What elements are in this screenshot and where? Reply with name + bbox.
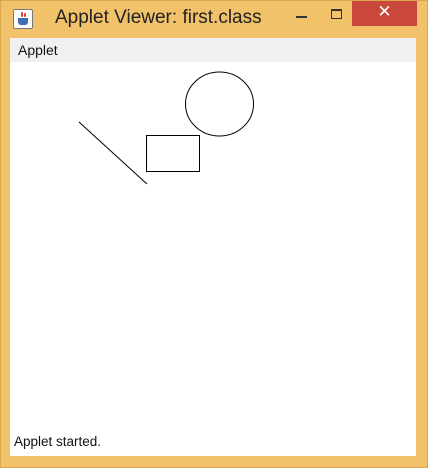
applet-canvas[interactable] — [10, 62, 416, 434]
maximize-icon — [331, 9, 342, 19]
drawing-surface — [78, 71, 254, 185]
applet-viewer-window: Applet Viewer: first.class ✕ Applet Appl… — [0, 0, 428, 468]
minimize-button[interactable] — [287, 1, 315, 29]
close-icon: ✕ — [377, 2, 392, 22]
minimize-icon — [296, 16, 307, 18]
status-text: Applet started. — [14, 434, 102, 449]
menu-bar: Applet — [10, 38, 416, 62]
close-button[interactable]: ✕ — [352, 1, 417, 26]
oval-shape — [185, 71, 254, 137]
steam-mark — [24, 13, 26, 17]
rectangle-shape — [146, 135, 200, 172]
steam-mark — [21, 12, 23, 17]
cup-mark — [18, 18, 28, 25]
line-shape — [78, 121, 148, 185]
applet-client-area: Applet Applet started. — [10, 38, 416, 456]
title-bar[interactable]: Applet Viewer: first.class ✕ — [1, 1, 427, 37]
window-title: Applet Viewer: first.class — [55, 7, 262, 28]
menu-applet[interactable]: Applet — [15, 42, 61, 58]
maximize-button[interactable] — [323, 1, 351, 29]
java-cup-icon[interactable] — [13, 9, 33, 29]
